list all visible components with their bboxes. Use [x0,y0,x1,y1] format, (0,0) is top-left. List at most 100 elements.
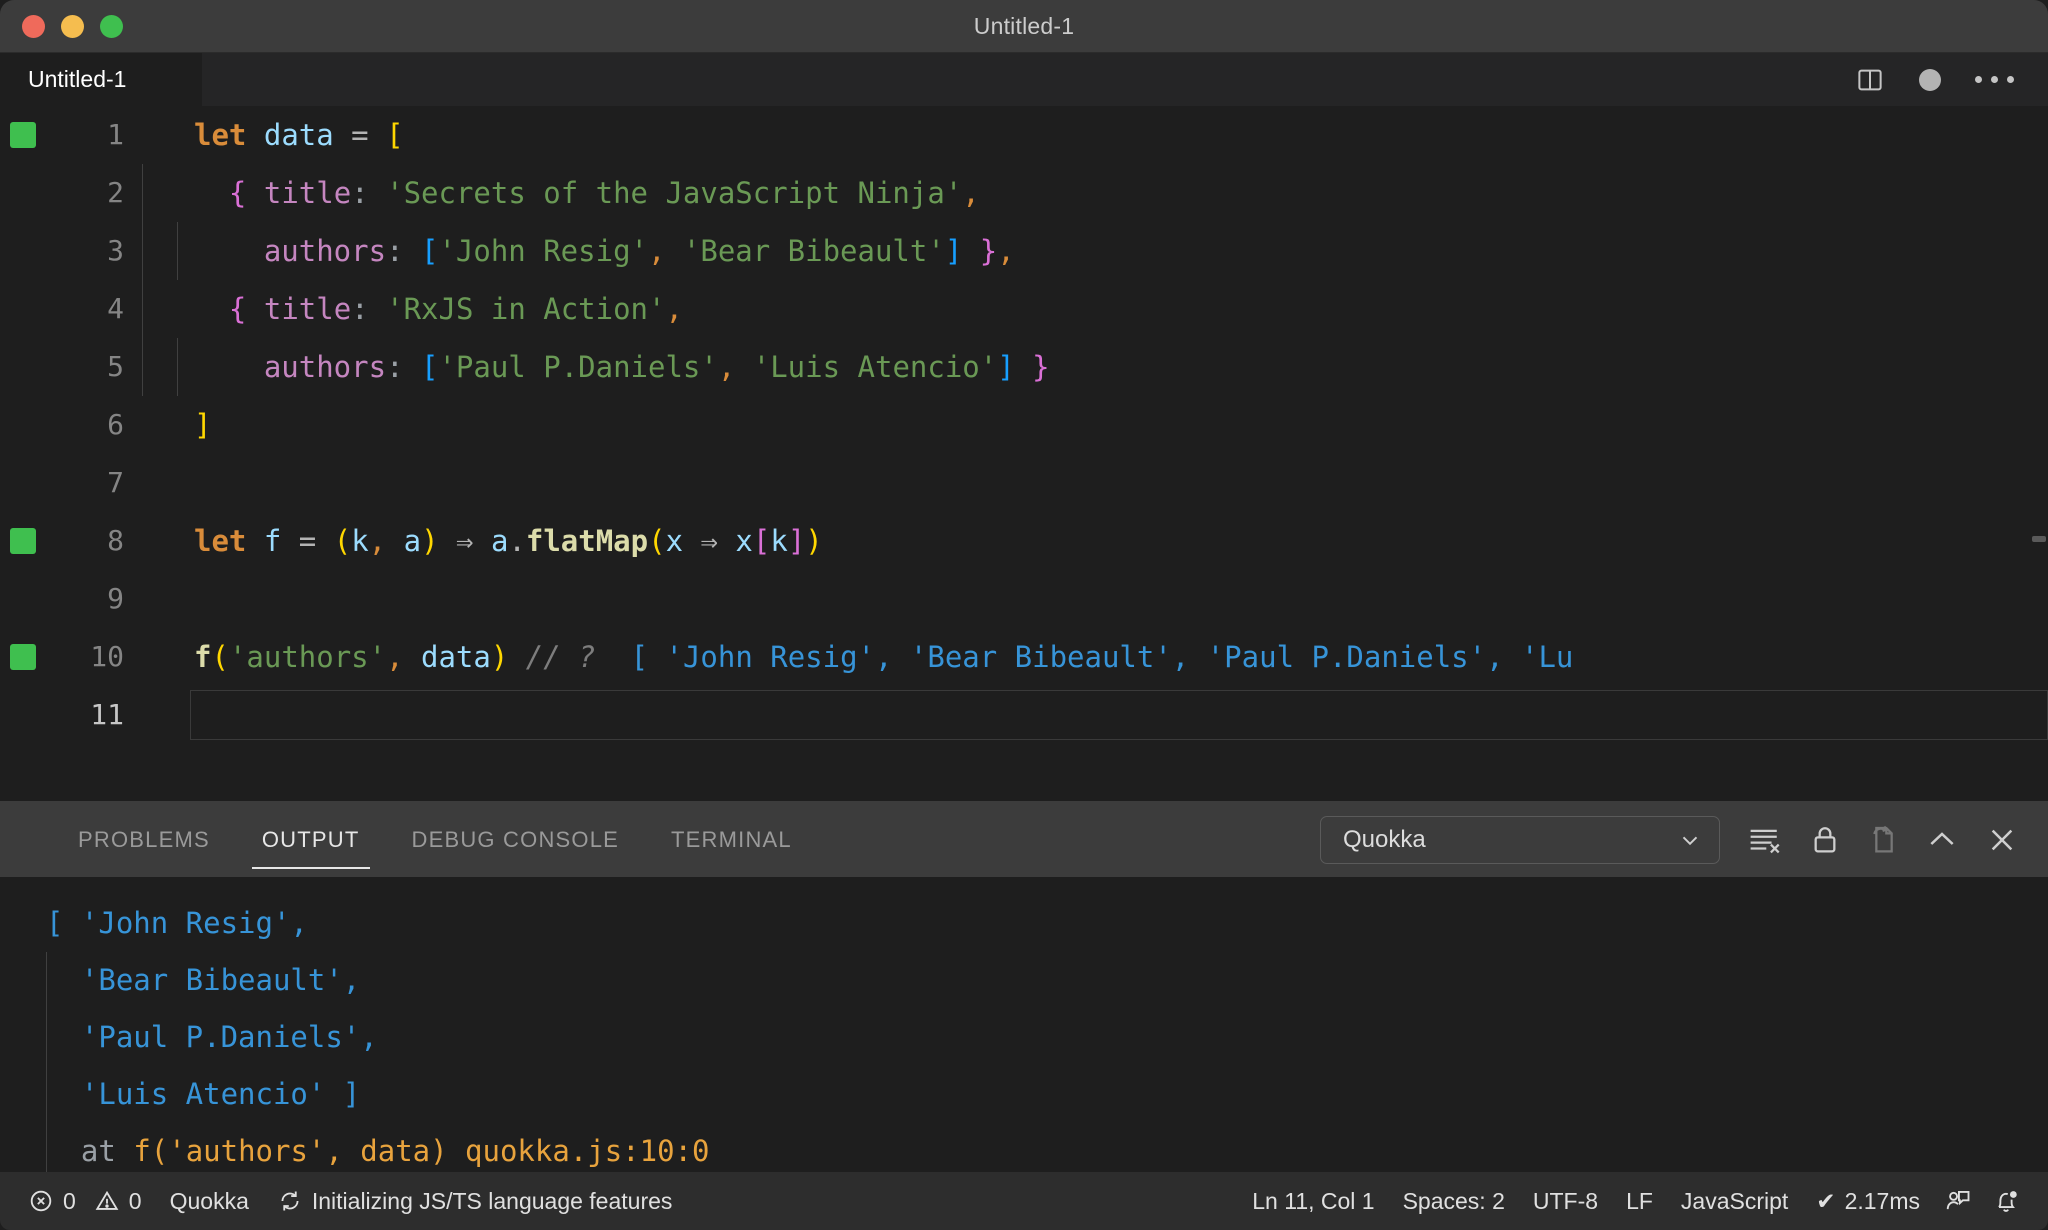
unsaved-dot-icon[interactable] [1919,68,1941,91]
language-task-status[interactable]: Initializing JS/TS language features [263,1188,687,1215]
code-editor[interactable]: 1 let data = [2 { title: 'Secrets of the … [0,106,2048,801]
editor-tab-untitled-1[interactable]: Untitled-1 [0,53,203,106]
feedback-icon[interactable] [1934,1187,1982,1215]
quokka-live-marker [0,122,46,148]
output-line: 'Luis Atencio' ] [0,1066,2048,1123]
encoding-status[interactable]: UTF-8 [1519,1188,1612,1215]
code-token: { [228,176,247,210]
code-token: ⇒ [438,524,491,558]
line-number: 11 [90,698,124,731]
language-mode-status[interactable]: JavaScript [1667,1188,1802,1215]
output-channel-select[interactable]: Quokka [1320,815,1720,864]
close-window-button[interactable] [22,14,45,38]
window-title: Untitled-1 [973,12,1075,39]
code-token: 'authors' [228,640,387,674]
line-number: 7 [107,466,124,499]
code-token: , [962,176,980,210]
indent-guide [46,1123,47,1172]
code-token: [ 'John Resig', 'Bear Bibeault', 'Paul P… [630,640,1574,674]
panel-tab-label: PROBLEMS [78,826,210,852]
code-token: 'Secrets of the JavaScript Ninja' [386,176,963,210]
code-line[interactable]: 6] [0,396,2048,454]
editor-scrollbar-tick[interactable] [2032,536,2046,542]
panel-tab-output[interactable]: OUTPUT [236,802,386,877]
code-line[interactable]: 3 authors: ['John Resig', 'Bear Bibeault… [0,222,2048,280]
status-bar-left: 0 0 Quokka Initializing JS/TS language f… [14,1188,686,1215]
output-token: 'Paul P.Daniels', [46,1020,378,1054]
close-panel-icon[interactable] [1986,824,2018,856]
code-token: x [665,524,684,558]
code-line[interactable]: 2 { title: 'Secrets of the JavaScript Ni… [0,164,2048,222]
code-token: ) [490,640,509,674]
code-token: ] [194,408,212,442]
code-line-text: { title: 'RxJS in Action', [138,280,2048,338]
clear-output-icon[interactable] [1748,825,1782,855]
code-token: , [368,524,387,558]
line-number: 6 [107,408,124,441]
line-number: 5 [107,350,124,383]
collapse-panel-icon[interactable] [1926,825,1958,855]
code-line[interactable]: 10 f('authors', data) // ? [ 'John Resig'… [0,628,2048,686]
editor-tab-label: Untitled-1 [28,66,127,92]
code-token: = [298,524,317,558]
code-token: : [386,350,404,384]
run-time-label: 2.17ms [1844,1187,1920,1214]
code-token: [ [421,350,439,384]
panel-tab-problems[interactable]: PROBLEMS [52,802,236,877]
notifications-bell-icon[interactable] [1982,1187,2030,1215]
indentation-status[interactable]: Spaces: 2 [1389,1188,1519,1215]
title-bar: Untitled-1 [0,0,2048,53]
minimize-window-button[interactable] [61,14,84,38]
line-number: 8 [107,524,124,557]
code-line-text: authors: ['Paul P.Daniels', 'Luis Atenci… [138,338,2048,396]
code-token: . [508,524,526,558]
output-line: 'Paul P.Daniels', [0,1009,2048,1066]
code-token: 'Luis Atencio' [752,350,998,384]
code-token: title [263,176,352,210]
output-token: 'Luis Atencio' ] [46,1077,361,1111]
code-line[interactable]: 9 [0,570,2048,628]
code-token: data [421,640,491,674]
cursor-position-status[interactable]: Ln 11, Col 1 [1238,1188,1388,1215]
code-token: ( [333,524,352,558]
lock-scroll-icon[interactable] [1810,824,1840,856]
check-icon: ✔ [1816,1187,1836,1214]
panel-actions: Quokka [1320,815,2018,864]
code-token: x [735,524,753,558]
warning-count: 0 [128,1187,142,1214]
code-line[interactable]: 7 [0,454,2048,512]
open-in-editor-icon[interactable] [1868,824,1898,856]
code-line[interactable]: 5 authors: ['Paul P.Daniels', 'Luis Aten… [0,338,2048,396]
code-token: flatMap [525,524,649,558]
panel-tab-terminal[interactable]: TERMINAL [645,802,818,877]
line-number: 10 [90,640,124,673]
error-count: 0 [63,1187,76,1214]
more-actions-icon[interactable] [1975,76,2014,83]
code-line[interactable]: 8 let f = (k, a) ⇒ a.flatMap(x ⇒ x[k]) [0,512,2048,570]
code-line[interactable]: 11 [0,686,2048,744]
code-line-text: { title: 'Secrets of the JavaScript Ninj… [138,164,2048,222]
quokka-status[interactable]: Quokka [156,1188,263,1215]
maximize-window-button[interactable] [100,14,123,38]
line-number: 3 [107,234,124,267]
code-line[interactable]: 4 { title: 'RxJS in Action', [0,280,2048,338]
output-content[interactable]: [ 'John Resig', 'Bear Bibeault', 'Paul P… [0,877,2048,1172]
panel-tab-debug-console[interactable]: DEBUG CONSOLE [386,802,646,877]
code-token: ) [421,524,439,558]
line-number: 4 [107,292,124,325]
chevron-down-icon [1677,827,1703,853]
split-editor-icon[interactable] [1855,65,1885,95]
eol-status[interactable]: LF [1612,1188,1667,1215]
problems-status[interactable]: 0 0 [14,1188,156,1215]
run-time-status[interactable]: ✔ 2.17ms [1802,1188,1934,1215]
code-line[interactable]: 1 let data = [ [0,106,2048,164]
code-token: [ [752,524,771,558]
bottom-panel: PROBLEMS OUTPUT DEBUG CONSOLE TERMINAL Quok… [0,801,2048,1172]
